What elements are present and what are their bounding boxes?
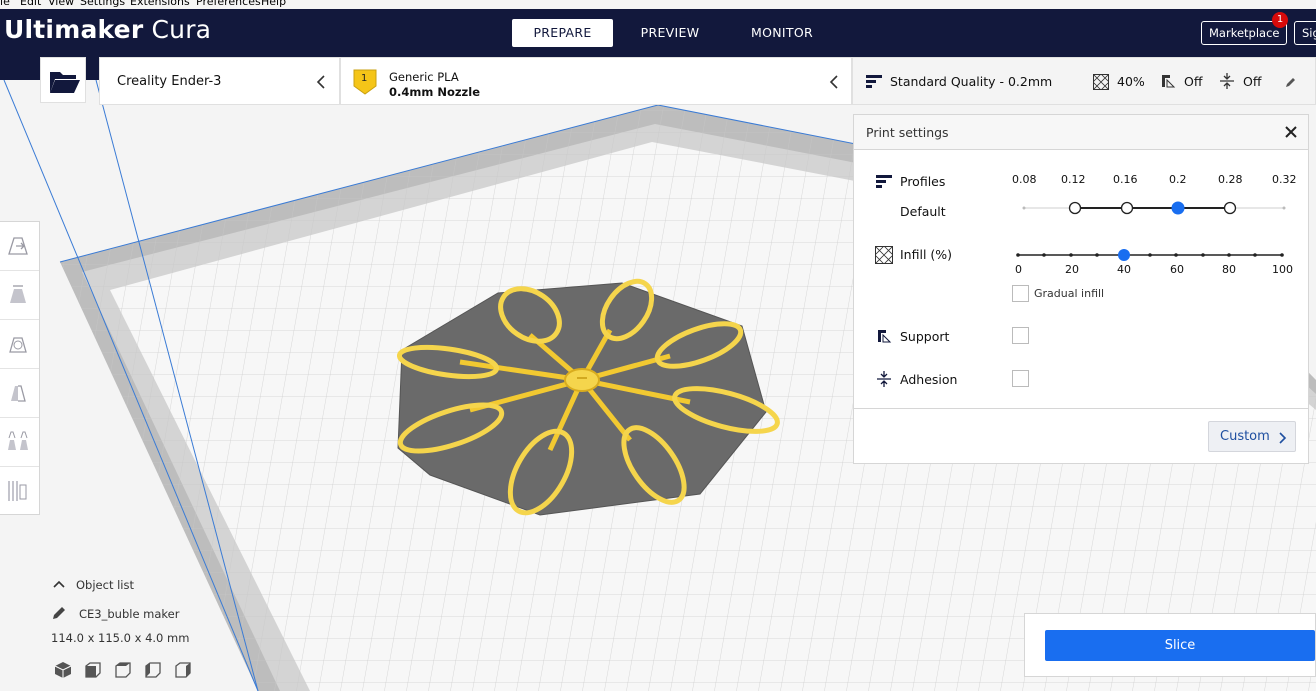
logo-bold: Ultimaker: [4, 15, 144, 44]
model-hub: [564, 368, 600, 392]
infill-tick-label: 20: [1065, 263, 1079, 276]
divider: [854, 408, 1308, 409]
print-settings-title: Print settings: [866, 125, 949, 140]
tab-preview[interactable]: PREVIEW: [631, 19, 709, 47]
custom-settings-button[interactable]: Custom: [1208, 421, 1296, 452]
printer-selector[interactable]: Creality Ender-3: [99, 57, 340, 105]
rotate-tool-button[interactable]: [0, 320, 39, 369]
pencil-icon: [1286, 78, 1295, 87]
object-dimensions: 114.0 x 115.0 x 4.0 mm: [51, 631, 190, 645]
menu-bar: ile Edit View Settings Extensions Prefer…: [0, 0, 1316, 9]
nozzle-size: 0.4mm Nozzle: [389, 85, 480, 99]
menu-help[interactable]: Help: [261, 0, 286, 8]
infill-tick-label: 40: [1117, 263, 1131, 276]
layer-height-label: 0.08: [1012, 173, 1037, 186]
infill-icon: [875, 246, 893, 264]
layer-height-slider[interactable]: [1020, 198, 1290, 218]
print-settings-header: Print settings: [854, 115, 1308, 150]
infill-summary-value: 40%: [1117, 74, 1145, 89]
infill-label: Infill (%): [900, 247, 953, 262]
layer-height-label: 0.12: [1061, 173, 1086, 186]
scale-icon: [10, 285, 26, 303]
adhesion-icon: [877, 371, 891, 387]
menu-preferences[interactable]: Preferences: [196, 0, 261, 8]
support-label: Support: [900, 329, 950, 344]
menu-edit[interactable]: Edit: [20, 0, 41, 8]
pencil-icon[interactable]: [52, 606, 66, 620]
app-logo: Ultimaker Cura: [4, 15, 211, 44]
scale-tool-button[interactable]: [0, 271, 39, 320]
gradual-infill-checkbox[interactable]: [1012, 285, 1029, 302]
view-top-icon[interactable]: [114, 661, 132, 679]
material-selector[interactable]: 1 Generic PLA 0.4mm Nozzle: [340, 57, 852, 105]
print-settings-summary[interactable]: Standard Quality - 0.2mm 40% Off Off: [852, 57, 1316, 105]
custom-button-label: Custom: [1220, 429, 1270, 444]
view-left-icon[interactable]: [144, 661, 162, 679]
per-model-settings-button[interactable]: [0, 418, 39, 467]
chevron-up-icon[interactable]: [53, 580, 65, 588]
print-settings-panel: Print settings Profiles Default 0.08 0.1…: [853, 114, 1309, 464]
folder-icon: [50, 72, 80, 93]
layer-height-label: 0.16: [1113, 173, 1138, 186]
support-blocker-icon: [8, 481, 27, 501]
support-summary-value: Off: [1184, 74, 1203, 89]
quality-profile-label: Standard Quality - 0.2mm: [890, 74, 1053, 89]
layer-height-label: 0.2: [1169, 173, 1187, 186]
object-name: CE3_buble maker: [79, 607, 180, 621]
infill-tick-label: 0: [1015, 263, 1022, 276]
logo-light: Cura: [143, 15, 212, 44]
view-front-icon[interactable]: [84, 661, 102, 679]
infill-slider[interactable]: [1014, 245, 1286, 265]
extruder-slot-number: 1: [361, 73, 368, 84]
move-icon: [8, 237, 28, 255]
menu-file[interactable]: ile: [0, 0, 10, 8]
printer-name: Creality Ender-3: [117, 74, 222, 89]
support-checkbox[interactable]: [1012, 327, 1029, 344]
tab-prepare[interactable]: PREPARE: [512, 19, 613, 47]
material-name: Generic PLA: [389, 70, 459, 84]
adhesion-summary-value: Off: [1243, 74, 1262, 89]
support-blocker-button[interactable]: [0, 467, 39, 516]
slice-button[interactable]: Slice: [1045, 630, 1315, 661]
chevron-left-icon: [316, 75, 325, 89]
object-list-toggle[interactable]: Object list: [76, 578, 134, 592]
mirror-icon: [11, 385, 26, 402]
mirror-tool-button[interactable]: [0, 369, 39, 418]
support-icon: [1162, 75, 1176, 88]
support-icon: [878, 330, 892, 343]
gradual-infill-label: Gradual infill: [1034, 287, 1105, 300]
close-icon[interactable]: [1285, 126, 1297, 138]
profiles-label: Profiles: [900, 174, 946, 189]
signin-button[interactable]: Sig: [1294, 21, 1316, 45]
adhesion-label: Adhesion: [900, 372, 958, 387]
infill-tick-label: 100: [1272, 263, 1293, 276]
profiles-icon: [876, 175, 892, 188]
adhesion-icon: [1220, 73, 1234, 89]
menu-view[interactable]: View: [48, 0, 74, 8]
menu-settings[interactable]: Settings: [80, 0, 125, 8]
tab-monitor[interactable]: MONITOR: [740, 19, 824, 47]
chevron-left-icon: [829, 75, 838, 89]
menu-extensions[interactable]: Extensions: [130, 0, 190, 8]
view-3d-icon[interactable]: [54, 661, 72, 679]
move-tool-button[interactable]: [0, 222, 39, 271]
profile-default-label: Default: [900, 204, 946, 219]
layer-height-label: 0.28: [1218, 173, 1243, 186]
infill-icon: [1093, 74, 1109, 90]
per-model-settings-icon: [8, 431, 28, 450]
transform-toolbar: [0, 221, 40, 515]
open-file-button[interactable]: [40, 57, 86, 103]
infill-tick-label: 60: [1170, 263, 1184, 276]
view-right-icon[interactable]: [174, 661, 192, 679]
rotate-icon: [9, 337, 27, 353]
layer-height-label: 0.32: [1272, 173, 1297, 186]
chevron-right-icon: [1279, 432, 1287, 444]
adhesion-checkbox[interactable]: [1012, 370, 1029, 387]
infill-tick-label: 80: [1222, 263, 1236, 276]
quality-profile-icon: [866, 75, 882, 88]
marketplace-notification-badge: 1: [1272, 12, 1288, 28]
